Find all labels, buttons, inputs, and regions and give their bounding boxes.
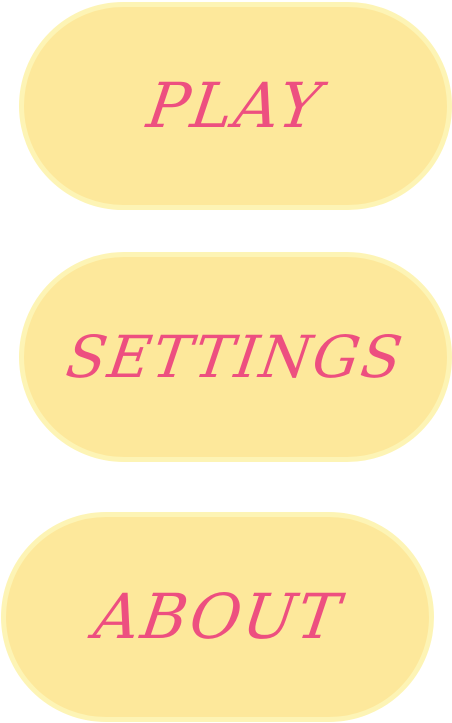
play-button-label: PLAY — [143, 69, 328, 142]
settings-button-label: SETTINGS — [62, 323, 409, 391]
about-button-label: ABOUT — [89, 580, 346, 653]
settings-button[interactable]: SETTINGS — [19, 252, 452, 462]
play-button[interactable]: PLAY — [19, 2, 452, 210]
about-button[interactable]: ABOUT — [1, 512, 434, 722]
